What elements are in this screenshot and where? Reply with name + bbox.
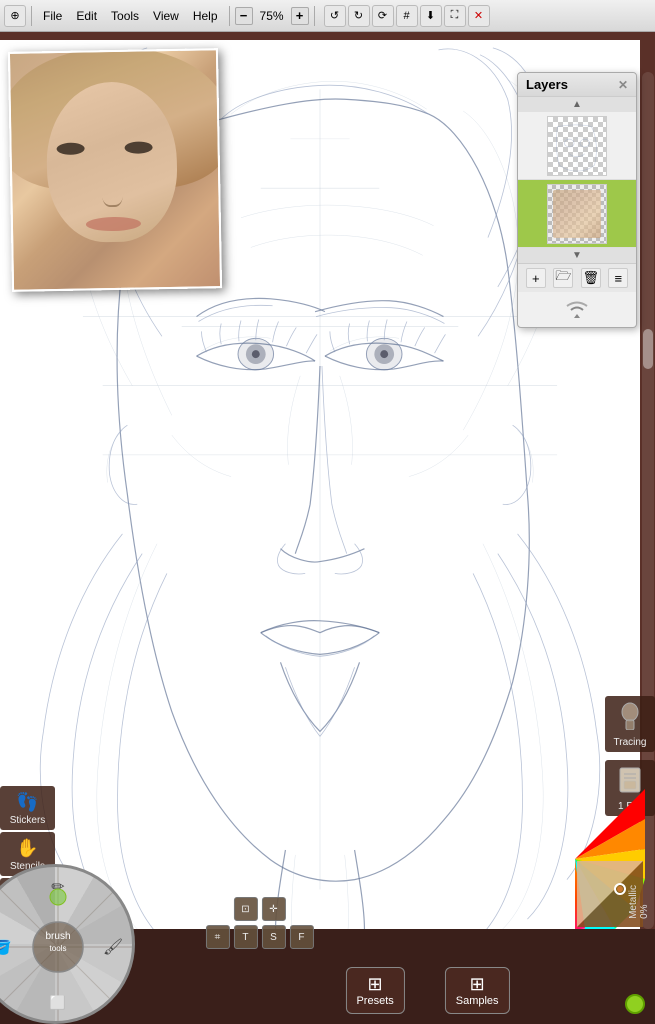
layer-thumbnail-2: [547, 184, 607, 244]
smudge-tool-button[interactable]: S: [261, 925, 285, 949]
layer-thumb-svg-1: [548, 117, 606, 175]
tracing-icon: [609, 702, 651, 735]
zoom-increase-button[interactable]: +: [291, 7, 309, 25]
menu-view[interactable]: View: [147, 7, 185, 25]
stickers-icon: 👣: [4, 792, 51, 813]
color-indicator-dot[interactable]: [625, 994, 645, 1014]
layers-delete-button[interactable]: 🗑: [581, 268, 601, 288]
fullscreen-button[interactable]: ⛶: [444, 5, 466, 27]
layers-add-button[interactable]: +: [526, 268, 546, 288]
bottom-center-buttons: ⊡ ✛ ⌗ T S F ⊞ Presets ⊞ Samples: [145, 967, 509, 1014]
samples-label: Samples: [456, 995, 499, 1007]
menu-file[interactable]: File: [37, 7, 68, 25]
menu-edit[interactable]: Edit: [70, 7, 103, 25]
tracing-tool[interactable]: Tracing: [605, 696, 655, 752]
svg-text:⬜: ⬜: [50, 995, 66, 1010]
close-button[interactable]: ✕: [468, 5, 490, 27]
svg-text:🖌: 🖌: [103, 938, 123, 956]
app-icon[interactable]: ⊕: [4, 5, 26, 27]
text-tool-button[interactable]: T: [233, 925, 257, 949]
svg-text:🪣: 🪣: [0, 939, 12, 956]
stickers-label: Stickers: [10, 815, 46, 826]
samples-icon: ⊞: [456, 974, 499, 995]
layers-toolbar: + 🗁 🗑 ≡: [518, 263, 636, 292]
presets-button[interactable]: ⊞ Presets: [345, 967, 404, 1014]
wifi-svg: [562, 296, 592, 318]
color-wheel-svg[interactable]: [505, 789, 645, 929]
color-wheel[interactable]: [505, 789, 645, 929]
presets-label: Presets: [356, 995, 393, 1007]
zoom-value: 75%: [256, 9, 288, 23]
layers-panel: Layers ✕ ▲ ▼ +: [517, 72, 637, 328]
brush-wheel[interactable]: brush tools ✏ 🖌 ⬜ 🪣: [0, 864, 135, 1024]
zoom-control: − 75% +: [235, 7, 309, 25]
photo-eye-right: [125, 141, 153, 153]
menu-separator: [31, 6, 32, 26]
undo-button[interactable]: ↺: [324, 5, 346, 27]
move-tool-button[interactable]: ✛: [261, 897, 285, 921]
presets-icon: ⊞: [356, 974, 393, 995]
fill-tool-button[interactable]: F: [289, 925, 313, 949]
layers-scroll-up-button[interactable]: ▲: [518, 97, 636, 112]
stencils-icon: ✋: [4, 838, 51, 859]
layers-menu-button[interactable]: ≡: [608, 268, 628, 288]
export-button[interactable]: ⬇: [420, 5, 442, 27]
menu-separator-3: [314, 6, 315, 26]
scroll-thumb[interactable]: [643, 329, 653, 369]
brush-wheel-circle[interactable]: brush tools ✏ 🖌 ⬜ 🪣: [0, 864, 135, 1024]
select-tool-button[interactable]: ⊡: [233, 897, 257, 921]
menu-tools[interactable]: Tools: [105, 7, 145, 25]
layers-wifi-icon: [518, 292, 636, 327]
layers-panel-title: Layers ✕: [518, 73, 636, 97]
reference-photo[interactable]: [8, 48, 222, 292]
menu-separator-2: [229, 6, 230, 26]
stickers-tool[interactable]: 👣 Stickers: [0, 786, 55, 830]
layers-scroll-down-button[interactable]: ▼: [518, 248, 636, 263]
svg-text:tools: tools: [50, 944, 67, 953]
photo-nose: [102, 182, 122, 207]
layers-close-button[interactable]: ✕: [618, 78, 628, 92]
brush-wheel-svg: brush tools ✏ 🖌 ⬜ 🪣: [0, 867, 135, 1024]
tracing-label: Tracing: [614, 737, 647, 748]
photo-eye-left: [57, 143, 85, 155]
canvas-area: Layers ✕ ▲ ▼ +: [0, 32, 655, 1024]
crop-tool-button[interactable]: ⌗: [205, 925, 229, 949]
layer-thumbnail-1: [547, 116, 607, 176]
menu-help[interactable]: Help: [187, 7, 224, 25]
photo-eyes: [57, 141, 177, 161]
redo-button[interactable]: ↻: [348, 5, 370, 27]
tracing-svg-icon: [616, 702, 644, 730]
layer-item-2[interactable]: [518, 180, 636, 248]
layer-item-1[interactable]: [518, 112, 636, 180]
zoom-decrease-button[interactable]: −: [235, 7, 253, 25]
layers-folder-button[interactable]: 🗁: [553, 268, 573, 288]
reference-photo-image: [10, 50, 220, 290]
metallic-label: Metallic 0%: [628, 885, 650, 919]
menu-bar: ⊕ File Edit Tools View Help − 75% + ↺ ↻ …: [0, 0, 655, 32]
grid-button[interactable]: #: [396, 5, 418, 27]
samples-button[interactable]: ⊞ Samples: [445, 967, 510, 1014]
rotate-tool-button[interactable]: ⟳: [372, 5, 394, 27]
bottom-bar: brush tools ✏ 🖌 ⬜ 🪣: [0, 929, 655, 1024]
layers-title-label: Layers: [526, 77, 568, 92]
svg-text:brush: brush: [45, 931, 70, 942]
